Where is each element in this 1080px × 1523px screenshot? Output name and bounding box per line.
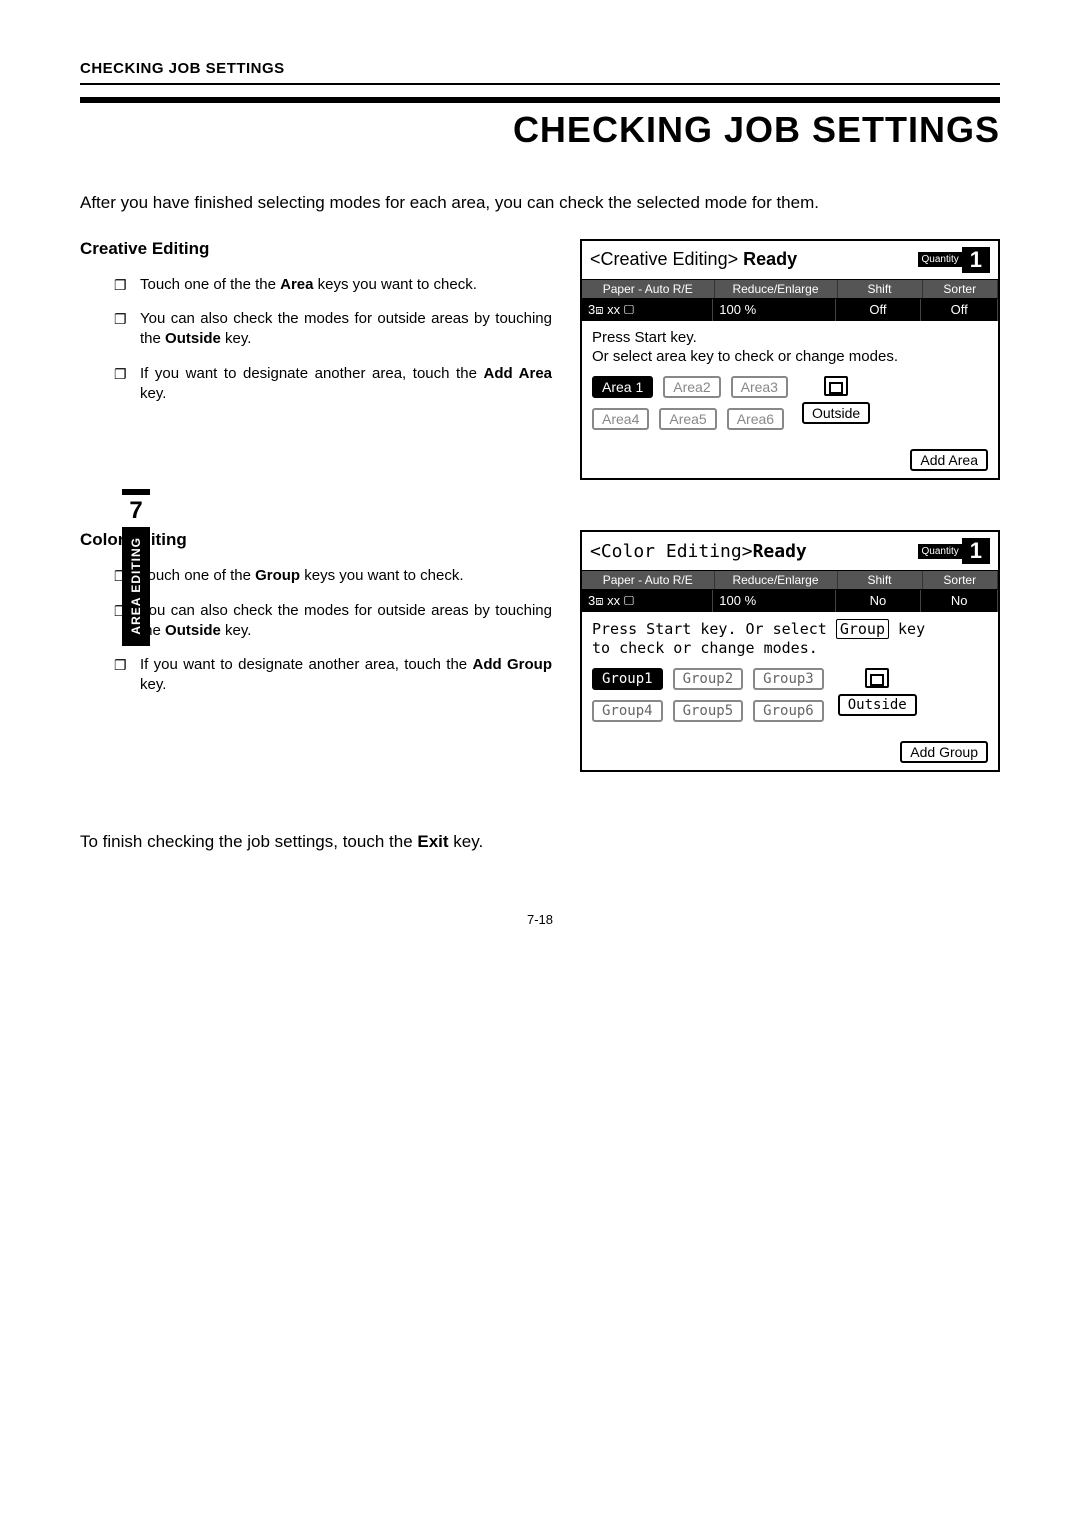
- quantity-label: Quantity: [918, 252, 963, 267]
- outside-button[interactable]: Outside: [802, 402, 870, 424]
- panel-title: <Color Editing>Ready: [590, 541, 918, 562]
- creative-panel: <Creative Editing> Ready Quantity 1 Pape…: [580, 239, 1000, 481]
- bullet: If you want to designate another area, t…: [140, 364, 560, 405]
- add-area-button[interactable]: Add Area: [910, 449, 988, 471]
- bullet: Touch one of the the Area keys you want …: [140, 275, 560, 295]
- hdr-shift: Shift: [838, 571, 923, 589]
- quantity-value: 1: [962, 247, 990, 273]
- outro-text: To finish checking the job settings, tou…: [80, 832, 1000, 852]
- area-button-1[interactable]: Area 1: [592, 376, 653, 398]
- area-button-4[interactable]: Area4: [592, 408, 649, 430]
- hdr-sorter: Sorter: [923, 571, 999, 589]
- hdr-paper: Paper - Auto R/E: [582, 280, 715, 298]
- intro-text: After you have finished selecting modes …: [80, 191, 1000, 215]
- panel-title: <Creative Editing> Ready: [590, 249, 918, 270]
- page-icon: [824, 376, 848, 396]
- group-button-4[interactable]: Group4: [592, 700, 663, 722]
- group-button-6[interactable]: Group6: [753, 700, 824, 722]
- area-button-2[interactable]: Area2: [663, 376, 720, 398]
- quantity-value: 1: [962, 538, 990, 564]
- add-group-button[interactable]: Add Group: [900, 741, 988, 763]
- bullet: You can also check the modes for outside…: [140, 601, 560, 642]
- group-button-2[interactable]: Group2: [673, 668, 744, 690]
- chapter-number: 7: [122, 495, 150, 527]
- hdr-reduce: Reduce/Enlarge: [715, 571, 838, 589]
- hdr-shift: Shift: [838, 280, 923, 298]
- running-header: CHECKING JOB SETTINGS: [80, 60, 1000, 85]
- hdr-paper: Paper - Auto R/E: [582, 571, 715, 589]
- color-panel: <Color Editing>Ready Quantity 1 Paper - …: [580, 530, 1000, 772]
- panel-message: Press Start key. Or select Group key to …: [592, 620, 988, 658]
- group-button-3[interactable]: Group3: [753, 668, 824, 690]
- val-tray: 3⧈ xx ▢: [582, 590, 713, 612]
- area-button-5[interactable]: Area5: [659, 408, 716, 430]
- page-number: 7-18: [80, 912, 1000, 927]
- val-ratio: 100 %: [713, 299, 835, 321]
- val-shift: Off: [836, 299, 922, 321]
- page-title: CHECKING JOB SETTINGS: [80, 97, 1000, 151]
- area-button-3[interactable]: Area3: [731, 376, 788, 398]
- val-tray: 3⧈ xx ▢: [582, 299, 713, 321]
- bullet: If you want to designate another area, t…: [140, 655, 560, 696]
- quantity-label: Quantity: [918, 544, 963, 559]
- panel-message: Press Start key. Or select area key to c…: [592, 329, 988, 367]
- page-icon: [865, 668, 889, 688]
- hdr-sorter: Sorter: [923, 280, 999, 298]
- val-sorter: Off: [921, 299, 998, 321]
- val-shift: No: [836, 590, 922, 612]
- area-button-6[interactable]: Area6: [727, 408, 784, 430]
- bullet: Touch one of the Group keys you want to …: [140, 566, 560, 586]
- outside-button[interactable]: Outside: [838, 694, 917, 716]
- group-button-5[interactable]: Group5: [673, 700, 744, 722]
- group-button-1[interactable]: Group1: [592, 668, 663, 690]
- val-sorter: No: [921, 590, 998, 612]
- hdr-reduce: Reduce/Enlarge: [715, 280, 838, 298]
- val-ratio: 100 %: [713, 590, 835, 612]
- section-title-color: Color Editing: [80, 530, 560, 550]
- section-title-creative: Creative Editing: [80, 239, 560, 259]
- bullet: You can also check the modes for outside…: [140, 309, 560, 350]
